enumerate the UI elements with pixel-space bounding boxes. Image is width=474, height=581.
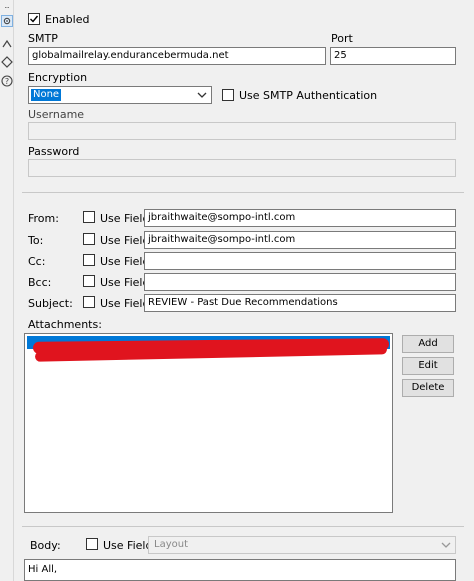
smtp-label: SMTP	[28, 32, 58, 45]
cc-label: Cc:	[28, 255, 46, 268]
from-use-field-checkbox[interactable]	[83, 211, 95, 223]
username-input[interactable]	[28, 122, 456, 140]
connection-icon[interactable]	[1, 38, 13, 50]
body-label: Body:	[30, 539, 61, 552]
dots-icon	[1, 2, 13, 14]
password-label: Password	[28, 145, 80, 158]
attachments-list[interactable]	[24, 333, 393, 513]
add-attachment-button[interactable]: Add	[402, 335, 454, 353]
smtp-server-input[interactable]: globalmailrelay.endurancebermuda.net	[28, 47, 326, 65]
subject-use-field-label: Use Field	[100, 297, 150, 310]
smtp-auth-checkbox[interactable]	[222, 89, 234, 101]
edit-attachment-button[interactable]: Edit	[402, 357, 454, 375]
to-label: To:	[28, 234, 44, 247]
bcc-use-field-checkbox[interactable]	[83, 275, 95, 287]
encryption-label: Encryption	[28, 71, 88, 84]
check-icon	[30, 15, 39, 23]
bcc-input[interactable]	[144, 273, 456, 291]
chevron-down-icon	[197, 92, 207, 98]
layout-placeholder: Layout	[154, 539, 188, 550]
body-layout-dropdown[interactable]: Layout	[148, 536, 456, 554]
subject-use-field-checkbox[interactable]	[83, 296, 95, 308]
subject-input[interactable]: REVIEW - Past Due Recommendations	[144, 294, 456, 312]
body-use-field-label: Use Field	[103, 539, 153, 552]
username-label: Username	[28, 108, 85, 121]
from-use-field-label: Use Field	[100, 212, 150, 225]
chevron-down-icon	[441, 542, 451, 548]
bcc-label: Bcc:	[28, 276, 52, 289]
svg-text:?: ?	[5, 77, 9, 86]
encryption-selected-value: None	[31, 89, 62, 101]
cc-use-field-label: Use Field	[100, 255, 150, 268]
port-label: Port	[331, 32, 353, 45]
body-textarea[interactable]: Hi All,	[24, 559, 456, 581]
gear-icon[interactable]	[1, 15, 13, 27]
enabled-label: Enabled	[45, 13, 90, 26]
help-icon[interactable]: ?	[1, 75, 13, 87]
smtp-auth-label: Use SMTP Authentication	[239, 89, 378, 102]
cc-input[interactable]	[144, 252, 456, 270]
encryption-dropdown[interactable]: None	[28, 86, 212, 104]
password-input[interactable]	[28, 159, 456, 177]
from-input[interactable]: jbraithwaite@sompo-intl.com	[144, 209, 456, 227]
body-use-field-checkbox[interactable]	[86, 538, 98, 550]
subject-label: Subject:	[28, 297, 73, 310]
left-tool-strip: ?	[0, 0, 14, 581]
to-use-field-label: Use Field	[100, 234, 150, 247]
enabled-checkbox[interactable]	[28, 13, 40, 25]
attachments-label: Attachments:	[28, 318, 102, 331]
port-input[interactable]: 25	[330, 47, 456, 65]
delete-attachment-button[interactable]: Delete	[402, 379, 454, 397]
to-input[interactable]: jbraithwaite@sompo-intl.com	[144, 231, 456, 249]
from-label: From:	[28, 212, 59, 225]
bcc-use-field-label: Use Field	[100, 276, 150, 289]
section-divider	[22, 526, 464, 527]
tag-icon[interactable]	[1, 56, 13, 68]
section-divider	[22, 192, 464, 193]
cc-use-field-checkbox[interactable]	[83, 254, 95, 266]
to-use-field-checkbox[interactable]	[83, 233, 95, 245]
